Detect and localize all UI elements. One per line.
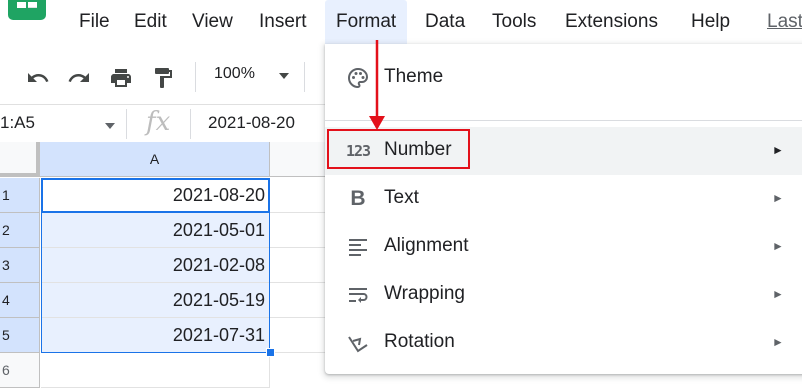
menu-insert[interactable]: Insert [259, 0, 307, 44]
cell-a2[interactable]: 2021-05-01 [41, 213, 270, 248]
sheets-logo-icon[interactable] [8, 0, 46, 20]
menu-item-label: Theme [384, 66, 444, 87]
row-header[interactable]: 6 [0, 353, 40, 388]
menu-item-label: Text [384, 187, 419, 208]
cell-a5[interactable]: 2021-07-31 [41, 318, 270, 353]
column-header-b[interactable] [270, 142, 326, 177]
submenu-arrow-icon: ► [772, 335, 784, 349]
toolbar-divider [195, 62, 196, 92]
cell-a4[interactable]: 2021-05-19 [41, 283, 270, 318]
select-all-corner[interactable] [0, 142, 40, 177]
print-icon[interactable] [109, 66, 133, 90]
row-header[interactable]: 4 [0, 283, 40, 318]
bold-icon: B [350, 187, 366, 210]
row-header[interactable]: 2 [0, 213, 40, 248]
chevron-down-icon[interactable] [278, 70, 290, 82]
cell-b3[interactable] [270, 248, 326, 283]
format-menu: Theme 123 Number ► B Text ► Alignment ► [325, 44, 802, 374]
cell-b5[interactable] [270, 318, 326, 353]
cell-b4[interactable] [270, 283, 326, 318]
name-box[interactable]: 1:A5 [0, 113, 35, 133]
formula-divider [190, 109, 191, 139]
menu-bar: File Edit View Insert Format Data Tools … [0, 0, 802, 44]
menu-file[interactable]: File [79, 0, 110, 44]
wrap-text-icon [345, 283, 371, 307]
cell-a3[interactable]: 2021-02-08 [41, 248, 270, 283]
row-header[interactable]: 3 [0, 248, 40, 283]
menu-view[interactable]: View [192, 0, 233, 44]
cell-a6[interactable] [41, 353, 270, 388]
paint-format-icon[interactable] [151, 66, 175, 90]
menu-item-label: Rotation [384, 331, 455, 352]
chevron-down-icon[interactable] [104, 120, 116, 132]
menu-tools[interactable]: Tools [492, 0, 536, 44]
zoom-select[interactable]: 100% [214, 65, 255, 83]
column-header-a[interactable]: A [40, 142, 270, 177]
cell-b1[interactable] [270, 178, 326, 213]
menu-item-theme[interactable]: Theme [325, 54, 802, 102]
menu-item-number[interactable]: 123 Number ► [325, 127, 802, 175]
menu-item-rotation[interactable]: Rotation ► [325, 319, 802, 367]
last-edit-link[interactable]: Last [767, 0, 802, 44]
formula-input[interactable]: 2021-08-20 [208, 113, 295, 133]
menu-item-alignment[interactable]: Alignment ► [325, 223, 802, 271]
menu-help[interactable]: Help [691, 0, 730, 44]
menu-data[interactable]: Data [425, 0, 465, 44]
menu-item-label: Wrapping [384, 283, 465, 304]
toolbar-divider [304, 62, 305, 92]
number-123-icon: 123 [345, 142, 371, 160]
cell-b2[interactable] [270, 213, 326, 248]
submenu-arrow-icon: ► [772, 191, 784, 205]
menu-format[interactable]: Format [325, 0, 408, 44]
text-rotation-icon [345, 331, 371, 355]
submenu-arrow-icon: ► [772, 287, 784, 301]
menu-divider [325, 120, 802, 121]
menu-item-label: Alignment [384, 235, 469, 256]
fill-handle[interactable] [266, 348, 275, 357]
row-header[interactable]: 1 [0, 178, 40, 213]
formula-divider [126, 109, 127, 139]
fx-icon: fx [146, 107, 171, 137]
palette-icon [345, 66, 371, 90]
menu-edit[interactable]: Edit [134, 0, 167, 44]
menu-item-text[interactable]: B Text ► [325, 175, 802, 223]
redo-icon[interactable] [67, 66, 91, 90]
menu-item-label: Number [384, 139, 452, 160]
menu-extensions[interactable]: Extensions [565, 0, 658, 44]
cell-a1[interactable]: 2021-08-20 [41, 178, 270, 213]
submenu-arrow-icon: ► [772, 143, 784, 157]
row-header[interactable]: 5 [0, 318, 40, 353]
menu-item-wrapping[interactable]: Wrapping ► [325, 271, 802, 319]
undo-icon[interactable] [26, 66, 50, 90]
submenu-arrow-icon: ► [772, 239, 784, 253]
align-left-icon [345, 235, 371, 259]
